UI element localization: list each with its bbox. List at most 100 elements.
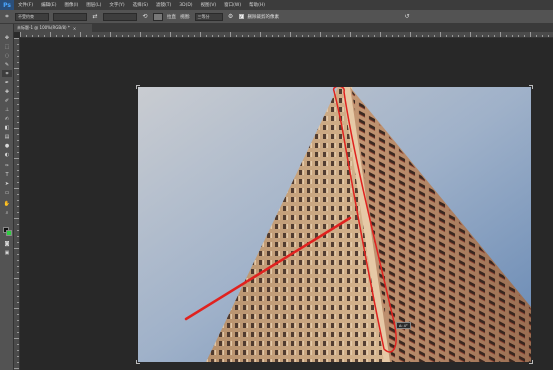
ruler-tick <box>17 284 19 285</box>
ruler-tick <box>218 35 219 37</box>
ruler-tick <box>188 35 189 37</box>
ruler-tick <box>17 320 19 321</box>
ruler-tick <box>416 35 417 37</box>
menu-window[interactable]: 窗口(W) <box>220 2 245 8</box>
ruler-tick <box>17 206 19 207</box>
gradient-tool-icon[interactable]: ▤ <box>2 133 12 140</box>
ruler-tick <box>428 35 429 37</box>
ruler-tick <box>14 308 19 309</box>
dodge-tool-icon[interactable]: ◐ <box>2 151 12 158</box>
ruler-tick <box>68 35 69 37</box>
image-canvas[interactable] <box>138 87 531 362</box>
pen-tool-icon[interactable]: ✑ <box>2 162 12 169</box>
crop-handle-top-left[interactable] <box>136 85 140 89</box>
ratio-select[interactable]: 不受约束 <box>15 12 49 21</box>
ruler-tick <box>17 164 19 165</box>
ruler-tick <box>17 50 19 51</box>
ruler-tick <box>506 35 507 37</box>
ruler-tick <box>470 32 471 37</box>
ruler-tick <box>17 44 19 45</box>
ruler-tick <box>14 248 19 249</box>
ruler-tick <box>386 35 387 37</box>
menu-help[interactable]: 帮助(H) <box>245 2 269 8</box>
ruler-tick <box>17 146 19 147</box>
zoom-tool-icon[interactable]: ⌕ <box>2 209 12 216</box>
ruler-tick <box>17 110 19 111</box>
menu-bar: Ps 文件(F) 编辑(E) 图像(I) 图层(L) 文字(Y) 选择(S) 滤… <box>0 0 553 10</box>
document-tab-bar: 未标题-1 @ 100%(RGB/8) * × <box>14 24 553 32</box>
ruler-tick <box>248 35 249 37</box>
ruler-tick <box>434 35 435 37</box>
menu-select[interactable]: 选择(S) <box>129 2 152 8</box>
menu-edit[interactable]: 编辑(E) <box>37 2 60 8</box>
ruler-tick <box>212 35 213 37</box>
ruler-tick <box>17 56 19 57</box>
reset-icon[interactable]: ↺ <box>403 13 411 21</box>
crop-handle-bottom-left[interactable] <box>136 360 140 364</box>
blur-tool-icon[interactable]: ● <box>2 142 12 149</box>
ruler-tick <box>17 80 19 81</box>
menu-file[interactable]: 文件(F) <box>14 2 37 8</box>
marquee-tool-icon[interactable]: ⬚ <box>2 43 12 50</box>
type-tool-icon[interactable]: T <box>2 171 12 178</box>
menu-image[interactable]: 图像(I) <box>60 2 82 8</box>
menu-filter[interactable]: 滤镜(T) <box>152 2 175 8</box>
ruler-tick <box>62 35 63 37</box>
healing-tool-icon[interactable]: ✚ <box>2 88 12 95</box>
ruler-tick <box>14 338 19 339</box>
menu-layer[interactable]: 图层(L) <box>82 2 105 8</box>
quick-select-tool-icon[interactable]: ✎ <box>2 61 12 68</box>
screen-mode-icon[interactable]: ▣ <box>2 249 12 256</box>
document-tab[interactable]: 未标题-1 @ 100%(RGB/8) * × <box>14 24 92 32</box>
ruler-tick <box>350 32 351 37</box>
straighten-icon[interactable] <box>153 12 163 21</box>
shape-tool-icon[interactable]: ▭ <box>2 189 12 196</box>
ruler-tick <box>128 35 129 37</box>
gear-icon[interactable]: ⚙ <box>227 13 235 21</box>
eyedropper-tool-icon[interactable]: ✒ <box>2 79 12 86</box>
view-select[interactable]: 三等分 <box>194 12 223 21</box>
ruler-tick <box>524 35 525 37</box>
ruler-tick <box>368 35 369 37</box>
ruler-tick <box>14 368 19 369</box>
document-tab-title: 未标题-1 @ 100%(RGB/8) * <box>17 25 70 30</box>
ruler-tick <box>290 32 291 37</box>
move-tool-icon[interactable]: ✥ <box>2 34 12 41</box>
menu-type[interactable]: 文字(Y) <box>105 2 128 8</box>
background-color-swatch[interactable] <box>6 230 12 236</box>
close-icon[interactable]: × <box>73 26 76 31</box>
straighten-label[interactable]: 拉直 <box>167 14 176 20</box>
brush-tool-icon[interactable]: ✐ <box>2 97 12 104</box>
crop-tool-icon[interactable]: ⌗ <box>3 13 11 21</box>
ruler-tick <box>332 35 333 37</box>
ruler-tick <box>98 35 99 37</box>
ruler-tick <box>230 32 231 37</box>
clear-icon[interactable]: ⟲ <box>141 13 149 21</box>
ruler-tick <box>446 35 447 37</box>
ruler-tick <box>104 35 105 37</box>
ruler-tick <box>14 278 19 279</box>
history-brush-tool-icon[interactable]: ✍ <box>2 115 12 122</box>
ruler-tick <box>356 35 357 37</box>
menu-view[interactable]: 视图(V) <box>197 2 221 8</box>
height-field[interactable] <box>103 12 137 21</box>
crop-tool-icon[interactable]: ⌗ <box>2 70 12 77</box>
lasso-tool-icon[interactable]: ◌ <box>2 52 12 59</box>
ruler-tick <box>14 218 19 219</box>
ruler-tick <box>14 128 19 129</box>
crop-handle-top-right[interactable] <box>529 85 533 89</box>
quick-mask-icon[interactable]: ◙ <box>2 240 12 247</box>
swap-icon[interactable]: ⇄ <box>91 13 99 21</box>
crop-handle-bottom-right[interactable] <box>529 360 533 364</box>
eraser-tool-icon[interactable]: ◧ <box>2 124 12 131</box>
ruler-tick <box>152 35 153 37</box>
ruler-tick <box>17 176 19 177</box>
stamp-tool-icon[interactable]: ⊥ <box>2 106 12 113</box>
delete-pixels-checkbox[interactable]: ✓ <box>238 14 244 19</box>
ruler-tick <box>38 35 39 37</box>
ruler-tick <box>17 332 19 333</box>
hand-tool-icon[interactable]: ✋ <box>2 200 12 207</box>
path-select-tool-icon[interactable]: ➤ <box>2 180 12 187</box>
menu-3d[interactable]: 3D(D) <box>175 3 196 8</box>
width-field[interactable] <box>53 12 87 21</box>
